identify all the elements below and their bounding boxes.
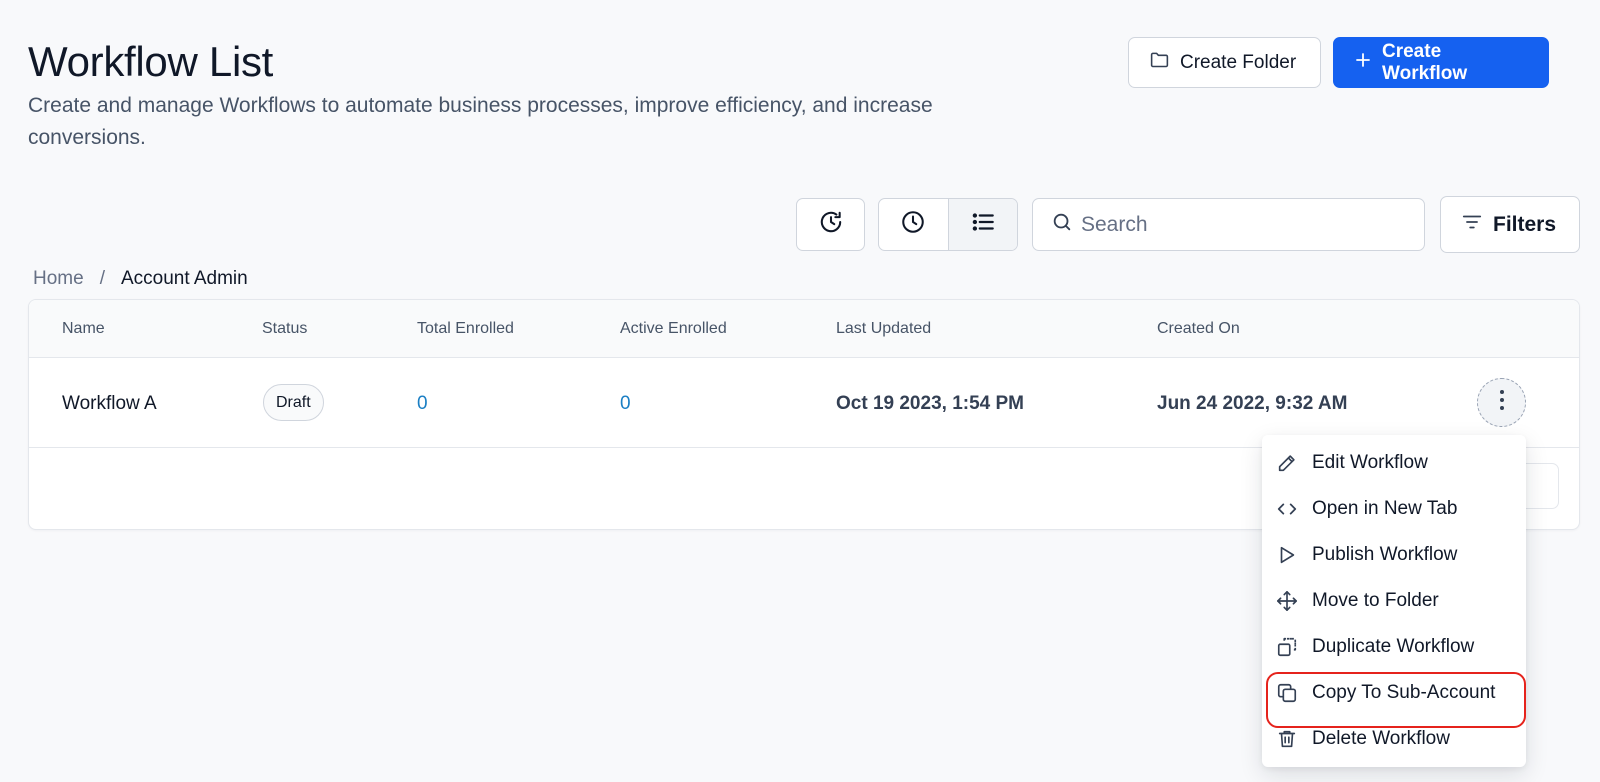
breadcrumb-home[interactable]: Home [33,268,84,290]
duplicate-icon [1276,636,1298,658]
menu-item-open-in-new-tab[interactable]: Open in New Tab [1262,486,1526,532]
create-folder-button[interactable]: Create Folder [1128,37,1321,88]
filters-label: Filters [1493,212,1557,236]
menu-item-duplicate-workflow[interactable]: Duplicate Workflow [1262,624,1526,670]
history-icon [818,209,844,240]
more-vertical-icon [1499,389,1505,416]
table-header: Name Status Total Enrolled Active Enroll… [29,300,1579,358]
view-mode-toggle [878,198,1018,251]
search-input[interactable] [1081,212,1411,237]
status-badge: Draft [263,384,324,421]
menu-item-copy-to-sub-account[interactable]: Copy To Sub-Account [1262,670,1526,728]
breadcrumb: Home / Account Admin [33,268,248,290]
menu-item-move-to-folder[interactable]: Move to Folder [1262,578,1526,624]
page-title: Workflow List [28,38,274,85]
column-header-total-enrolled[interactable]: Total Enrolled [417,320,514,338]
row-actions-button[interactable] [1477,378,1526,427]
breadcrumb-current: Account Admin [120,268,248,289]
menu-item-label: Duplicate Workflow [1312,636,1475,657]
created-on-value: Jun 24 2022, 9:32 AM [1157,393,1348,414]
menu-item-delete-workflow[interactable]: Delete Workflow [1262,716,1526,762]
copy-icon [1276,682,1298,704]
row-actions-menu: Edit Workflow Open in New Tab Publish Wo… [1262,435,1526,767]
last-updated-value: Oct 19 2023, 1:54 PM [836,393,1024,414]
play-icon [1276,544,1298,566]
breadcrumb-separator: / [99,268,105,289]
menu-item-label: Move to Folder [1312,590,1439,611]
column-header-last-updated[interactable]: Last Updated [836,320,931,338]
workflow-name[interactable]: Workflow A [62,393,157,415]
plus-icon [1354,51,1372,75]
menu-item-edit-workflow[interactable]: Edit Workflow [1262,440,1526,486]
move-arrows-icon [1276,590,1298,612]
trash-icon [1276,728,1298,750]
create-workflow-button[interactable]: Create Workflow [1333,37,1549,88]
history-toggle-button[interactable] [796,198,865,251]
create-folder-label: Create Folder [1180,51,1297,73]
search-box [1032,198,1425,251]
clock-view-button[interactable] [879,199,948,250]
menu-item-label: Edit Workflow [1312,452,1428,473]
folder-icon [1149,49,1170,76]
menu-item-label: Copy To Sub-Account [1312,682,1496,703]
page-subtitle: Create and manage Workflows to automate … [28,94,933,149]
active-enrolled-value[interactable]: 0 [620,393,631,415]
pencil-icon [1276,452,1298,474]
column-header-created-on[interactable]: Created On [1157,320,1240,338]
total-enrolled-value[interactable]: 0 [417,393,428,415]
column-header-status[interactable]: Status [262,320,307,338]
filters-button[interactable]: Filters [1440,196,1580,253]
menu-item-publish-workflow[interactable]: Publish Workflow [1262,532,1526,578]
filter-icon [1461,211,1483,239]
menu-item-label: Publish Workflow [1312,544,1458,565]
clock-icon [900,209,926,240]
list-icon [970,209,996,240]
code-brackets-icon [1276,498,1298,520]
column-header-active-enrolled[interactable]: Active Enrolled [620,320,727,338]
create-workflow-label: Create Workflow [1382,40,1468,84]
column-header-name[interactable]: Name [62,320,105,338]
menu-item-label: Open in New Tab [1312,498,1458,519]
menu-item-label: Delete Workflow [1312,728,1450,749]
list-view-button[interactable] [947,199,1017,250]
search-icon [1051,211,1073,238]
